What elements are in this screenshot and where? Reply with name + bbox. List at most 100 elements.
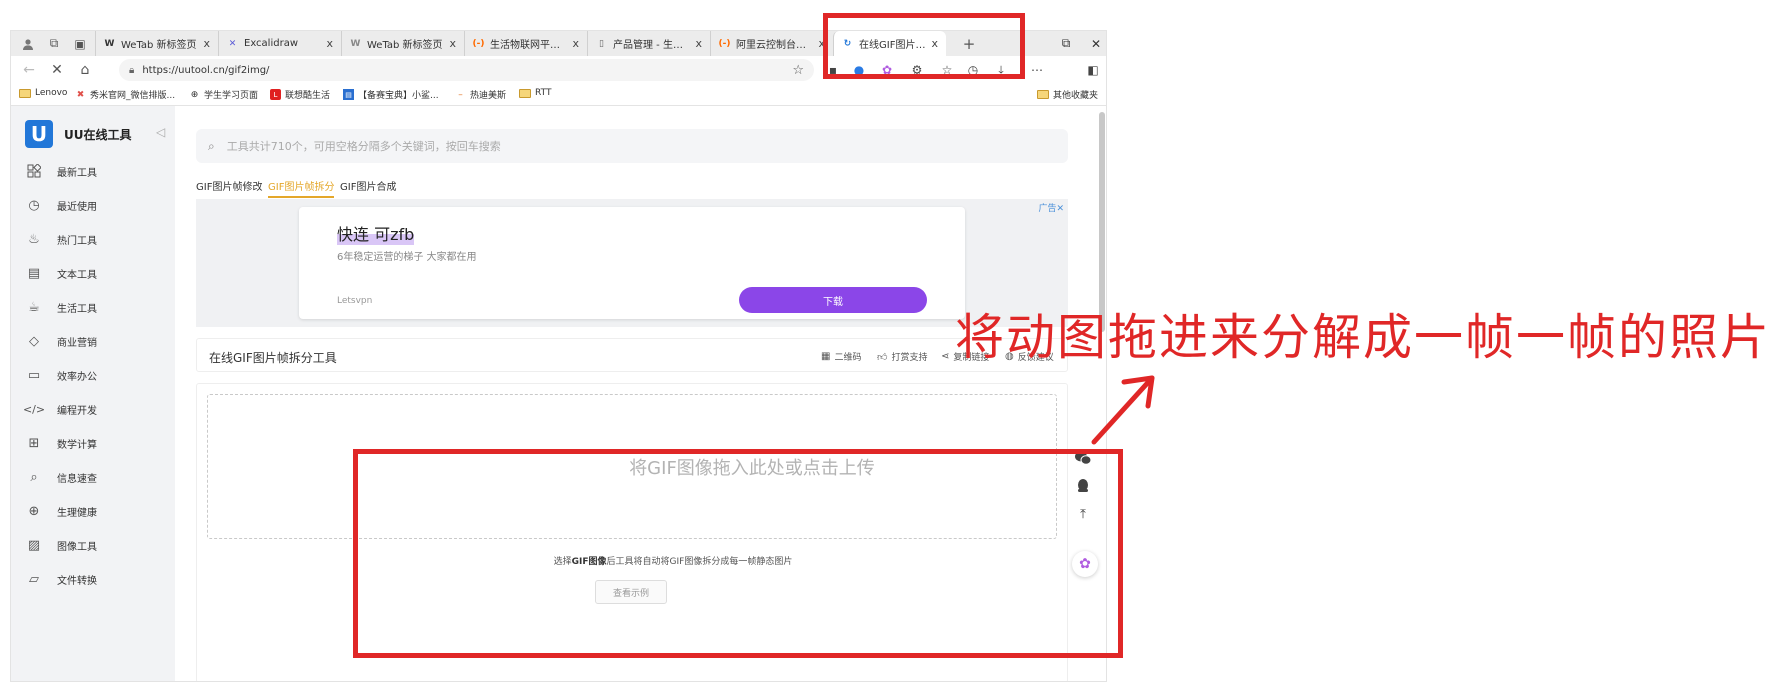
- folder-icon: [519, 88, 531, 98]
- tab-title: 产品管理 - 生活物联...: [613, 40, 692, 51]
- qrcode-button[interactable]: ▦ 二维码: [821, 350, 861, 363]
- tab-actions-icon[interactable]: ▣: [71, 35, 89, 53]
- site-logo[interactable]: U: [25, 120, 53, 148]
- clock-icon: ◷: [28, 197, 40, 213]
- bookmark-reddy[interactable]: – 热迪美斯: [455, 88, 506, 102]
- sidebar-toggle-icon[interactable]: ◧: [1083, 60, 1103, 80]
- bookmark-label: RTT: [535, 88, 552, 98]
- sidebar-item-recent[interactable]: ◷ 最近使用: [25, 191, 165, 219]
- close-icon[interactable]: x: [203, 37, 210, 50]
- bookmark-label: 其他收藏夹: [1053, 91, 1099, 101]
- wetab-icon: W: [350, 38, 361, 49]
- action-label: 二维码: [834, 353, 862, 363]
- tab-product-management[interactable]: ▯ 产品管理 - 生活物联... x: [587, 31, 710, 56]
- medkit-icon: ⊕: [28, 503, 40, 519]
- sidebar-item-label: 信息速查: [57, 473, 97, 485]
- url-text: https://uutool.cn/gif2img/: [142, 64, 270, 76]
- folder-icon: ▱: [29, 571, 39, 587]
- restore-icon[interactable]: ⧉: [1049, 31, 1083, 56]
- folder-icon: [1037, 90, 1049, 99]
- sidebar-item-text[interactable]: ▤ 文本工具: [25, 259, 165, 287]
- close-icon[interactable]: x: [695, 37, 702, 50]
- collapse-sidebar-icon[interactable]: ◁: [156, 125, 165, 139]
- image-icon: ▨: [27, 537, 41, 553]
- sidebar-item-image[interactable]: ▨ 图像工具: [25, 531, 165, 559]
- sidebar-item-label: 文件转换: [57, 575, 97, 587]
- sidebar-item-label: 效率办公: [57, 371, 97, 383]
- sidebar-item-label: 商业营销: [57, 337, 97, 349]
- grid-icon: [25, 162, 43, 180]
- calculator-icon: ⊞: [28, 435, 40, 451]
- globe-icon: ⊕: [190, 89, 199, 100]
- close-icon[interactable]: x: [449, 37, 456, 50]
- lock-icon: 🔒︎: [129, 64, 135, 76]
- more-icon[interactable]: ⋯: [1027, 60, 1047, 80]
- tab-wetab-2[interactable]: W WeTab 新标签页 x: [341, 31, 464, 56]
- ad-download-button[interactable]: 下载: [739, 287, 927, 313]
- sidebar-item-hot[interactable]: ♨ 热门工具: [25, 225, 165, 253]
- ad-brand: Letsvpn: [337, 296, 373, 306]
- bookmark-guide[interactable]: ▤ 【备赛宝典】小鲨...: [343, 88, 439, 101]
- workspaces-icon[interactable]: ⧉: [45, 35, 63, 53]
- sidebar-item-marketing[interactable]: ◇ 商业营销: [25, 327, 165, 355]
- tab-gif-frame-edit[interactable]: GIF图片帧修改: [196, 178, 262, 193]
- document-icon: ▤: [27, 265, 41, 281]
- bookmark-lenovo-life[interactable]: L 联想酷生活: [270, 88, 330, 101]
- sidebar-item-file[interactable]: ▱ 文件转换: [25, 565, 165, 593]
- home-icon[interactable]: ⌂: [71, 58, 99, 82]
- bookmark-xiumi[interactable]: ✖ 秀米官网_微信排版...: [75, 88, 176, 102]
- stop-icon[interactable]: ✕: [43, 58, 71, 82]
- bookmark-student[interactable]: ⊕ 学生学习页面: [189, 88, 259, 102]
- search-doc-icon: ⌕: [30, 469, 38, 485]
- sidebar-item-life[interactable]: ☕︎ 生活工具: [25, 293, 165, 321]
- annotation-highlight-tab: [823, 13, 1025, 79]
- bookmark-other[interactable]: 其他收藏夹: [1037, 88, 1098, 101]
- site-name[interactable]: UU在线工具: [64, 126, 132, 143]
- sidebar-item-lookup[interactable]: ⌕ 信息速查: [25, 463, 165, 491]
- sidebar-item-math[interactable]: ⊞ 数学计算: [25, 429, 165, 457]
- sidebar-item-health[interactable]: ⊕ 生理健康: [25, 497, 165, 525]
- xiumi-icon: ✖: [76, 89, 85, 100]
- annotation-text: 将动图拖进来分解成一帧一帧的照片: [955, 309, 1772, 366]
- fire-icon: ♨: [28, 231, 40, 247]
- ad-card[interactable]: 快连 可zfb 6年稳定运营的梯子 大家都在用 Letsvpn 下载: [299, 207, 965, 319]
- bookmark-rtt[interactable]: RTT: [519, 88, 551, 98]
- tab-title: WeTab 新标签页: [367, 40, 443, 51]
- sidebar-item-label: 最新工具: [57, 167, 97, 179]
- back-icon[interactable]: ←: [15, 58, 43, 82]
- tab-iot-platform[interactable]: (-) 生活物联网平台_智... x: [464, 31, 587, 56]
- favorite-star-icon[interactable]: ☆: [792, 63, 804, 78]
- search-input[interactable]: ⌕ 工具共计710个，可用空格分隔多个关键词，按回车搜索: [196, 129, 1068, 163]
- tab-aliyun-console[interactable]: (-) 阿里云控制台首页 x: [710, 31, 833, 56]
- tab-gif-compose[interactable]: GIF图片合成: [340, 178, 396, 193]
- tab-wetab-1[interactable]: W WeTab 新标签页 x: [95, 31, 218, 56]
- annotation-highlight-dropzone: [353, 449, 1123, 658]
- ad-title: 快连 可zfb: [337, 221, 415, 245]
- sidebar-item-latest[interactable]: 最新工具: [25, 157, 165, 185]
- sidebar-item-label: 图像工具: [57, 541, 97, 553]
- bookmark-lenovo[interactable]: Lenovo: [19, 88, 67, 98]
- sidebar-item-dev[interactable]: </> 编程开发: [22, 395, 165, 423]
- tab-excalidraw[interactable]: ✕ Excalidraw x: [218, 31, 341, 56]
- window-close-icon[interactable]: ✕: [1079, 31, 1106, 56]
- url-field[interactable]: 🔒︎ https://uutool.cn/gif2img/ ☆: [119, 59, 814, 81]
- bookmark-label: 学生学习页面: [204, 91, 259, 101]
- diamond-icon: ◇: [29, 333, 39, 349]
- tool-title: 在线GIF图片帧拆分工具: [209, 351, 337, 365]
- code-icon: </>: [22, 402, 46, 416]
- tab-gif-frame-split[interactable]: GIF图片帧拆分: [268, 178, 335, 198]
- bookmark-label: 秀米官网_微信排版...: [90, 91, 176, 101]
- excalidraw-icon: ✕: [228, 38, 237, 49]
- qrcode-icon: ▦: [821, 351, 831, 362]
- close-icon[interactable]: x: [572, 37, 579, 50]
- aliyun-icon: (-): [718, 38, 731, 49]
- close-icon[interactable]: x: [326, 37, 333, 50]
- profile-icon[interactable]: [19, 35, 37, 53]
- sidebar-item-office[interactable]: ▭ 效率办公: [25, 361, 165, 389]
- donate-button[interactable]: 👍︎ 打赏支持: [877, 350, 927, 364]
- annotation-arrow: [1091, 375, 1155, 445]
- ad-banner: 广告✕ 快连 可zfb 6年稳定运营的梯子 大家都在用 Letsvpn 下载: [196, 199, 1068, 327]
- ad-mark[interactable]: 广告✕: [1038, 201, 1064, 214]
- monitor-icon: ▭: [27, 367, 41, 383]
- bookmark-label: 【备赛宝典】小鲨...: [358, 91, 439, 101]
